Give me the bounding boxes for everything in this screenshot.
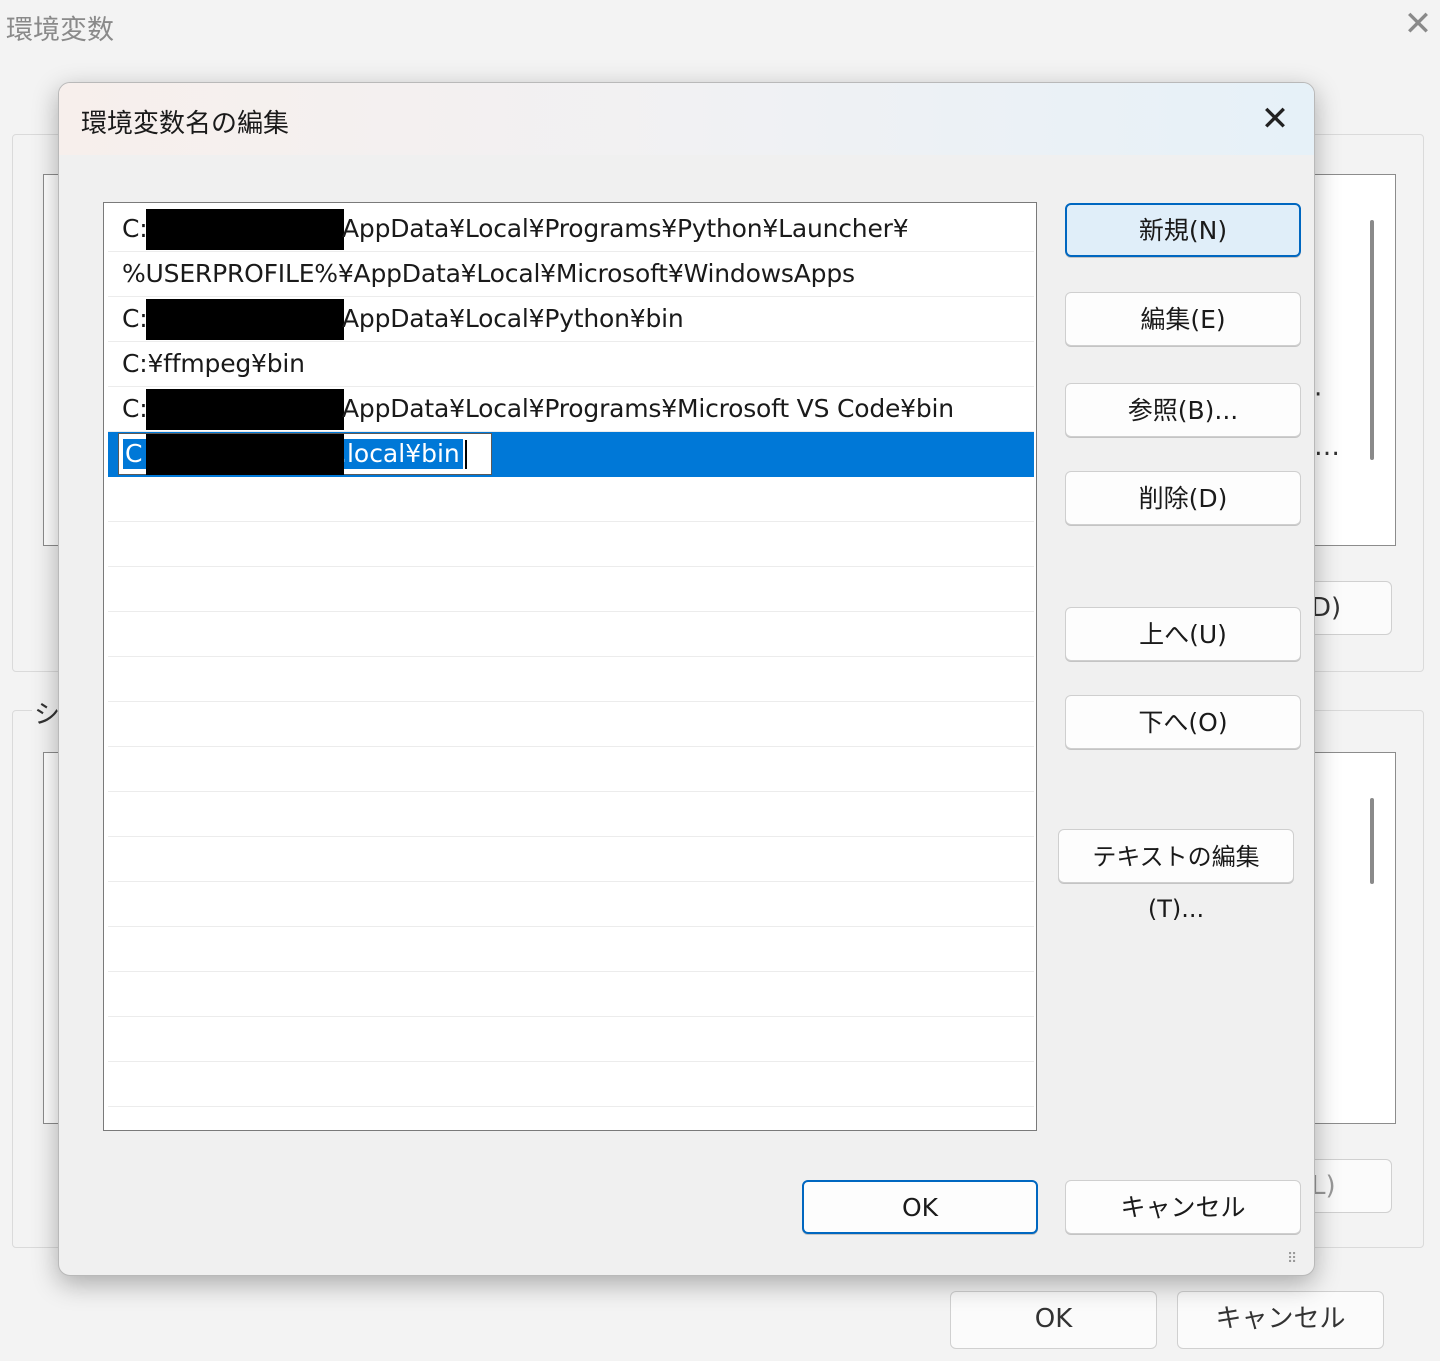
- redaction-block: [146, 299, 344, 340]
- list-item[interactable]: C: AppData¥Local¥Python¥bin: [108, 297, 1034, 342]
- path-text: C:¥ffmpeg¥bin: [122, 349, 305, 378]
- ok-button[interactable]: OK: [802, 1180, 1038, 1234]
- text-caret: [465, 440, 467, 469]
- edit-environment-variable-dialog: 環境変数名の編集 ✕ C: AppData¥Local¥Programs¥Pyt…: [58, 82, 1315, 1276]
- list-item-empty[interactable]: [108, 792, 1034, 837]
- dialog-titlebar: 環境変数名の編集 ✕: [59, 83, 1314, 155]
- list-item-empty[interactable]: [108, 972, 1034, 1017]
- dialog-title: 環境変数名の編集: [81, 109, 290, 139]
- parent-cancel-button[interactable]: キャンセル: [1177, 1291, 1384, 1349]
- edit-prefix: C: [125, 439, 143, 468]
- parent-window-title: 環境変数: [6, 15, 114, 46]
- path-text: %USERPROFILE%¥AppData¥Local¥Microsoft¥Wi…: [122, 259, 855, 288]
- list-item[interactable]: C:¥ffmpeg¥bin: [108, 342, 1034, 387]
- move-down-button[interactable]: 下へ(O): [1065, 695, 1301, 749]
- system-list-scrollbar[interactable]: [1370, 798, 1374, 884]
- redaction-block: [146, 389, 344, 430]
- user-list-scrollbar[interactable]: [1370, 220, 1374, 460]
- delete-button[interactable]: 削除(D): [1065, 471, 1301, 525]
- list-item-empty[interactable]: [108, 882, 1034, 927]
- list-item-empty[interactable]: [108, 657, 1034, 702]
- list-item-empty[interactable]: [108, 1062, 1034, 1107]
- edit-text: .local¥bin: [339, 439, 460, 468]
- list-item-empty[interactable]: [108, 702, 1034, 747]
- list-item-empty[interactable]: [108, 567, 1034, 612]
- list-item-empty[interactable]: [108, 927, 1034, 972]
- path-prefix: C:: [122, 304, 148, 333]
- new-button[interactable]: 新規(N): [1065, 203, 1301, 257]
- list-item-empty[interactable]: [108, 522, 1034, 567]
- edit-text-button[interactable]: テキストの編集(T)...: [1058, 829, 1294, 923]
- path-text: AppData¥Local¥Programs¥Python¥Launcher¥: [342, 214, 909, 243]
- user-list-fragment-2: …: [1314, 432, 1340, 462]
- parent-delete-button-label: D): [1311, 593, 1342, 623]
- path-prefix: C:: [122, 214, 148, 243]
- path-text: AppData¥Local¥Programs¥Microsoft VS Code…: [342, 394, 954, 423]
- list-item-empty[interactable]: [108, 837, 1034, 882]
- cancel-button[interactable]: キャンセル: [1065, 1180, 1301, 1234]
- parent-ok-button[interactable]: OK: [950, 1291, 1157, 1349]
- list-item-empty[interactable]: [108, 477, 1034, 522]
- close-icon[interactable]: ✕: [1247, 93, 1303, 145]
- path-prefix: C:: [122, 394, 148, 423]
- path-list[interactable]: C: AppData¥Local¥Programs¥Python¥Launche…: [103, 202, 1037, 1131]
- list-item[interactable]: C: AppData¥Local¥Programs¥Microsoft VS C…: [108, 387, 1034, 432]
- redaction-block: [146, 209, 344, 250]
- path-text: AppData¥Local¥Python¥bin: [342, 304, 684, 333]
- edit-button[interactable]: 編集(E): [1065, 292, 1301, 346]
- parent-close-icon[interactable]: ✕: [1400, 4, 1436, 44]
- list-item-empty[interactable]: [108, 747, 1034, 792]
- list-item-empty[interactable]: [108, 612, 1034, 657]
- list-item[interactable]: %USERPROFILE%¥AppData¥Local¥Microsoft¥Wi…: [108, 252, 1034, 297]
- redaction-block: [146, 434, 344, 475]
- user-list-fragment: ·: [1314, 380, 1323, 410]
- list-item-empty[interactable]: [108, 1017, 1034, 1062]
- move-up-button[interactable]: 上へ(U): [1065, 607, 1301, 661]
- resize-grip-icon[interactable]: ⠿: [1287, 1250, 1305, 1268]
- parent-titlebar: 環境変数 ✕: [0, 0, 1440, 60]
- list-item[interactable]: C: AppData¥Local¥Programs¥Python¥Launche…: [108, 207, 1034, 252]
- list-item-selected[interactable]: C .local¥bin: [108, 432, 1034, 477]
- browse-button[interactable]: 参照(B)...: [1065, 383, 1301, 437]
